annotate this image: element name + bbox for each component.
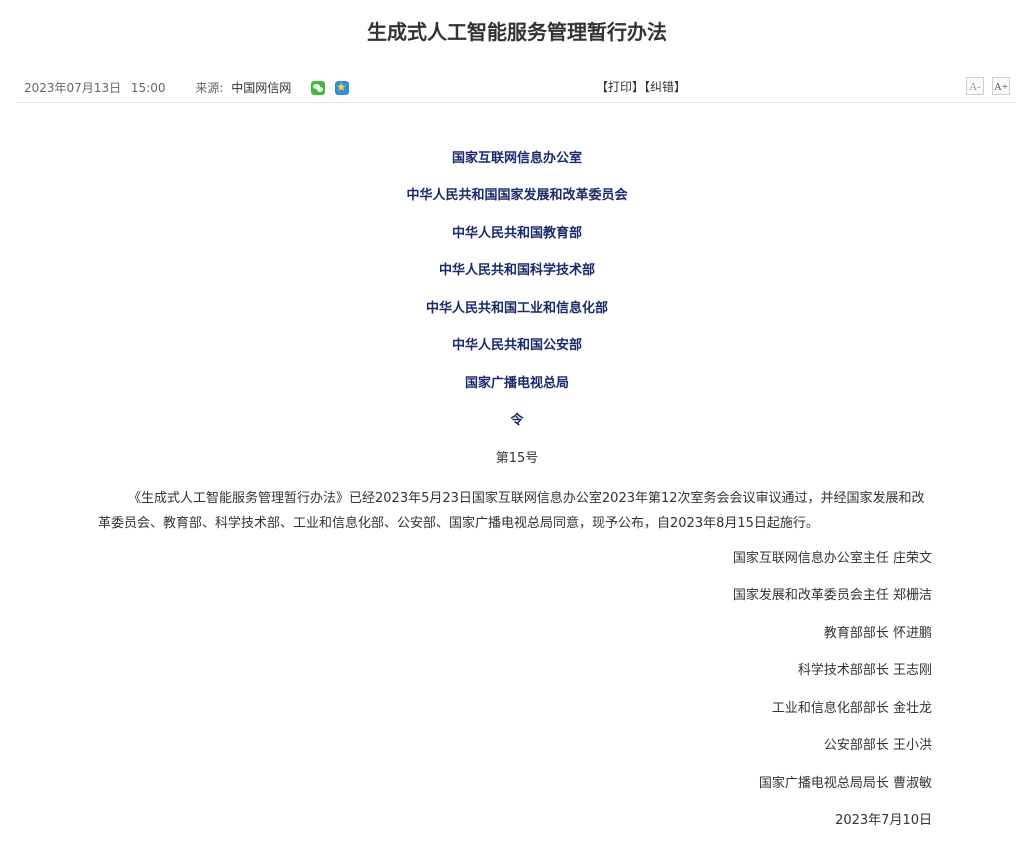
agency-miit: 中华人民共和国工业和信息化部 xyxy=(425,301,608,316)
font-increase-button[interactable]: A+ xyxy=(992,77,1010,95)
signer-ndrc: 国家发展和改革委员会主任 郑栅洁 xyxy=(732,588,932,603)
print-correct-links[interactable]: 【打印】【纠错】 xyxy=(596,79,686,95)
body-paragraph: 《生成式人工智能服务管理暂行办法》已经2023年5月23日国家互联网信息办公室2… xyxy=(98,491,925,531)
signer-mps: 公安部部长 王小洪 xyxy=(823,738,932,753)
article-title: 生成式人工智能服务管理暂行办法 xyxy=(367,20,667,44)
source-name: 中国网信网 xyxy=(231,80,292,95)
wechat-icon[interactable] xyxy=(311,80,326,95)
agency-moe: 中华人民共和国教育部 xyxy=(451,226,582,241)
agency-nrta: 国家广播电视总局 xyxy=(464,376,569,391)
signer-nrta: 国家广播电视总局局长 曹淑敏 xyxy=(758,776,932,791)
article-meta-bar: 2023年07月13日 15:00 来源: 中国网信网 【打印】【纠错】 A- … xyxy=(16,74,1016,103)
agency-ndrc: 中华人民共和国国家发展和改革委员会 xyxy=(406,188,628,203)
order-label: 令 xyxy=(510,413,524,428)
signing-date: 2023年7月10日 xyxy=(835,813,932,828)
agency-most: 中华人民共和国科学技术部 xyxy=(438,263,595,278)
signer-miit: 工业和信息化部部长 金壮龙 xyxy=(771,701,932,716)
signer-cac: 国家互联网信息办公室主任 庄荣文 xyxy=(732,551,932,566)
agency-mps: 中华人民共和国公安部 xyxy=(451,338,582,353)
signer-moe: 教育部部长 怀进鹏 xyxy=(823,626,932,641)
publish-time: 15:00 xyxy=(130,80,166,95)
source-label: 来源: xyxy=(195,80,224,95)
font-decrease-button[interactable]: A- xyxy=(966,77,984,95)
signer-most: 科学技术部部长 王志刚 xyxy=(797,663,932,678)
qzone-icon[interactable] xyxy=(334,79,349,95)
publish-date: 2023年07月13日 xyxy=(24,80,122,95)
agency-cac: 国家互联网信息办公室 xyxy=(451,151,582,166)
order-number: 第15号 xyxy=(495,451,539,466)
meta-left: 2023年07月13日 15:00 来源: 中国网信网 xyxy=(24,79,349,96)
